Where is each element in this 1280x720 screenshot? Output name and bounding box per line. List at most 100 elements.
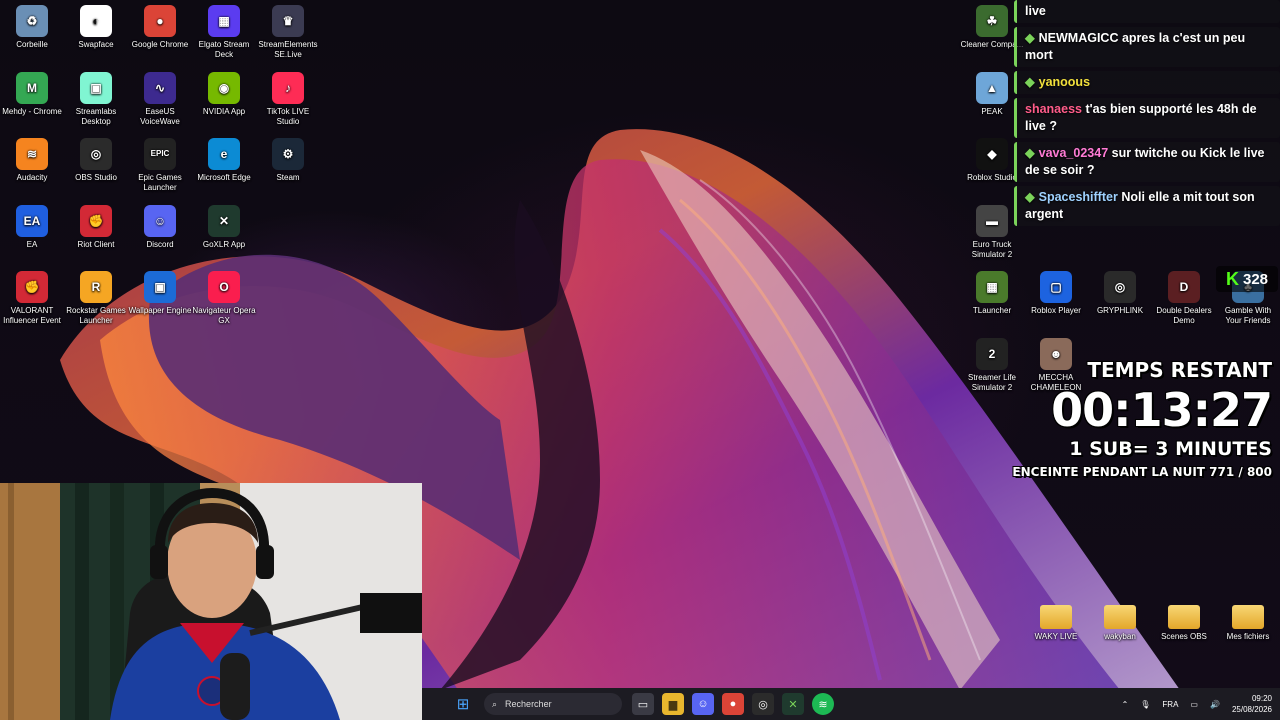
spotify-taskbar-icon[interactable]: ≋ <box>812 693 834 715</box>
desktop-icon[interactable]: e Microsoft Edge <box>192 138 256 183</box>
clock-date: 25/08/2026 <box>1231 705 1272 714</box>
desktop-icon[interactable]: ✕ GoXLR App <box>192 204 256 250</box>
network-icon[interactable]: ▭ <box>1190 700 1198 709</box>
taskbar-search[interactable]: ⌕ Rechercher <box>484 693 622 715</box>
folder-icon <box>1168 605 1200 629</box>
discord-taskbar-icon[interactable]: ☺ <box>692 693 714 715</box>
webcam-feed <box>0 483 422 720</box>
obs-icon: ◎ <box>80 138 112 170</box>
desktop-icon[interactable]: ✊ Riot Client <box>64 204 128 250</box>
chrome-taskbar-icon[interactable]: ● <box>722 693 744 715</box>
desktop-icon-label: Elgato Stream Deck <box>198 40 250 59</box>
goxlr-taskbar-icon[interactable]: ✕ <box>782 693 804 715</box>
chat-username: shanaess <box>1025 102 1082 116</box>
discord-icon: ☺ <box>144 204 176 237</box>
desktop-icon[interactable]: ◐ Swapface <box>64 5 128 50</box>
desktop-icon-label: NVIDIA App <box>202 106 246 116</box>
minecraft-icon: ▦ <box>976 271 1008 303</box>
riot-icon: ✊ <box>80 204 112 237</box>
desktop-icon-label: Riot Client <box>77 239 115 249</box>
desktop-icon[interactable]: O Navigateur Opera GX <box>192 271 256 326</box>
desktop-icon[interactable]: ◉ NVIDIA App <box>192 71 256 117</box>
desktop-icon[interactable]: ▣ Wallpaper Engine <box>128 271 192 316</box>
desktop-icon-label: Euro Truck Simulator 2 <box>971 240 1013 259</box>
folder-item[interactable]: wakyban <box>1088 605 1152 642</box>
folder-icon <box>1232 605 1264 629</box>
desktop-icon[interactable]: ⚙ Steam <box>256 138 320 183</box>
taskbar: ⊞ ⌕ Rechercher ▭ ▆ ☺ ● ◎ ✕ ≋ ⌃ 🎙 FRA ▭ 🔊… <box>422 688 1280 720</box>
desktop-icon[interactable]: M Mehdy - Chrome <box>0 71 64 117</box>
file-explorer-icon[interactable]: ▆ <box>662 693 684 715</box>
mask-icon: ◐ <box>80 5 112 37</box>
desktop-icon[interactable]: ♻ Corbeille <box>0 5 64 50</box>
diamond-icon: ◆ <box>1025 31 1035 45</box>
desktop-icon[interactable]: ∿ EaseUS VoiceWave <box>128 71 192 127</box>
desktop-icon-label: Double Dealers Demo <box>1156 306 1212 325</box>
desktop-icon[interactable]: ♪ TikTok LIVE Studio <box>256 71 320 127</box>
desktop-icon[interactable]: ◎ OBS Studio <box>64 138 128 183</box>
desktop-icon[interactable]: D Double Dealers Demo <box>1152 271 1216 326</box>
folder-item[interactable]: Mes fichiers <box>1216 605 1280 642</box>
roblox-studio-icon: ◆ <box>976 138 1008 170</box>
language-indicator[interactable]: FRA <box>1162 700 1178 709</box>
desktop-icon[interactable]: ▣ Streamlabs Desktop <box>64 71 128 127</box>
roblox-icon: ▢ <box>1040 271 1072 303</box>
peak-icon: ▲ <box>976 72 1008 104</box>
folder-icon <box>1104 605 1136 629</box>
desktop-icon-label: Epic Games Launcher <box>138 173 182 192</box>
steam-icon: ⚙ <box>272 138 304 170</box>
chat-username: Spaceshiffter <box>1038 190 1118 204</box>
chat-overlay: live ◆ NEWMAGICC apres la c'est un peu mo… <box>1014 0 1280 230</box>
desktop-icon-label: EA <box>26 239 38 249</box>
windows-start-icon[interactable]: ⊞ <box>452 693 474 715</box>
desktop-icon[interactable]: ♛ StreamElements SE.Live <box>256 5 320 60</box>
desktop-icon-label: Mehdy - Chrome <box>2 106 62 116</box>
timer-goal: ENCEINTE PENDANT LA NUIT 771 / 800 <box>1012 465 1272 479</box>
chat-message: ◆ NEWMAGICC apres la c'est un peu mort <box>1014 27 1280 67</box>
task-view-icon[interactable]: ▭ <box>632 693 654 715</box>
desktop-icon[interactable]: EPIC Epic Games Launcher <box>128 138 192 193</box>
obs-taskbar-icon[interactable]: ◎ <box>752 693 774 715</box>
desktop-icon[interactable]: ▦ Elgato Stream Deck <box>192 5 256 60</box>
desktop-icon[interactable]: ● Google Chrome <box>128 5 192 50</box>
audacity-icon: ≋ <box>16 138 48 170</box>
voicewave-icon: ∿ <box>144 71 176 104</box>
epic-games-icon: EPIC <box>144 138 176 170</box>
chat-username: NEWMAGICC <box>1038 31 1119 45</box>
desktop-icon[interactable]: ◎ GRYPHLINK <box>1088 271 1152 316</box>
microphone-icon[interactable]: 🎙 <box>1140 700 1150 709</box>
desktop-icon-label: GRYPHLINK <box>1096 306 1144 315</box>
desktop-icon[interactable]: EA EA <box>0 204 64 250</box>
gryphlink-icon: ◎ <box>1104 271 1136 303</box>
chat-message: live <box>1014 0 1280 23</box>
desktop-icon[interactable]: ≋ Audacity <box>0 138 64 183</box>
volume-icon[interactable]: 🔊 <box>1210 700 1220 709</box>
double-dealers-icon: D <box>1168 271 1200 303</box>
taskbar-clock[interactable]: 09:20 25/08/2026 <box>1232 693 1272 715</box>
kick-icon: K <box>1225 268 1239 289</box>
desktop-icon[interactable]: ▦ TLauncher <box>960 271 1024 316</box>
desktop-icon-label: Corbeille <box>16 40 48 49</box>
folder-label: wakyban <box>1104 632 1136 641</box>
desktop-icon[interactable]: ✊ VALORANT Influencer Event <box>0 271 64 326</box>
streamelements-icon: ♛ <box>272 5 304 37</box>
desktop-icon[interactable]: ▢ Roblox Player <box>1024 271 1088 316</box>
diamond-icon: ◆ <box>1025 75 1035 89</box>
desktop-icon-label: Google Chrome <box>131 40 189 49</box>
desktop-icon[interactable]: R Rockstar Games Launcher <box>64 271 128 326</box>
folder-item[interactable]: Scenes OBS <box>1152 605 1216 642</box>
tiktok-icon: ♪ <box>272 71 304 104</box>
chrome-profile-icon: M <box>16 71 48 104</box>
ea-icon: EA <box>16 204 48 237</box>
chevron-up-icon[interactable]: ⌃ <box>1122 700 1129 709</box>
desktop-icon-label: Wallpaper Engine <box>128 306 192 315</box>
folder-icon <box>1040 605 1072 629</box>
truck-icon: ▬ <box>976 205 1008 237</box>
desktop-icon[interactable]: ☺ Discord <box>128 204 192 250</box>
folder-item[interactable]: WAKY LIVE <box>1024 605 1088 642</box>
desktop-icon-label: TikTok LIVE Studio <box>266 106 310 126</box>
desktop-icon-label: Audacity <box>16 173 48 182</box>
desktop-icon-label: Rockstar Games Launcher <box>66 306 126 325</box>
search-placeholder: Rechercher <box>505 699 552 709</box>
timer-rate: 1 SUB= 3 MINUTES <box>1069 438 1272 460</box>
